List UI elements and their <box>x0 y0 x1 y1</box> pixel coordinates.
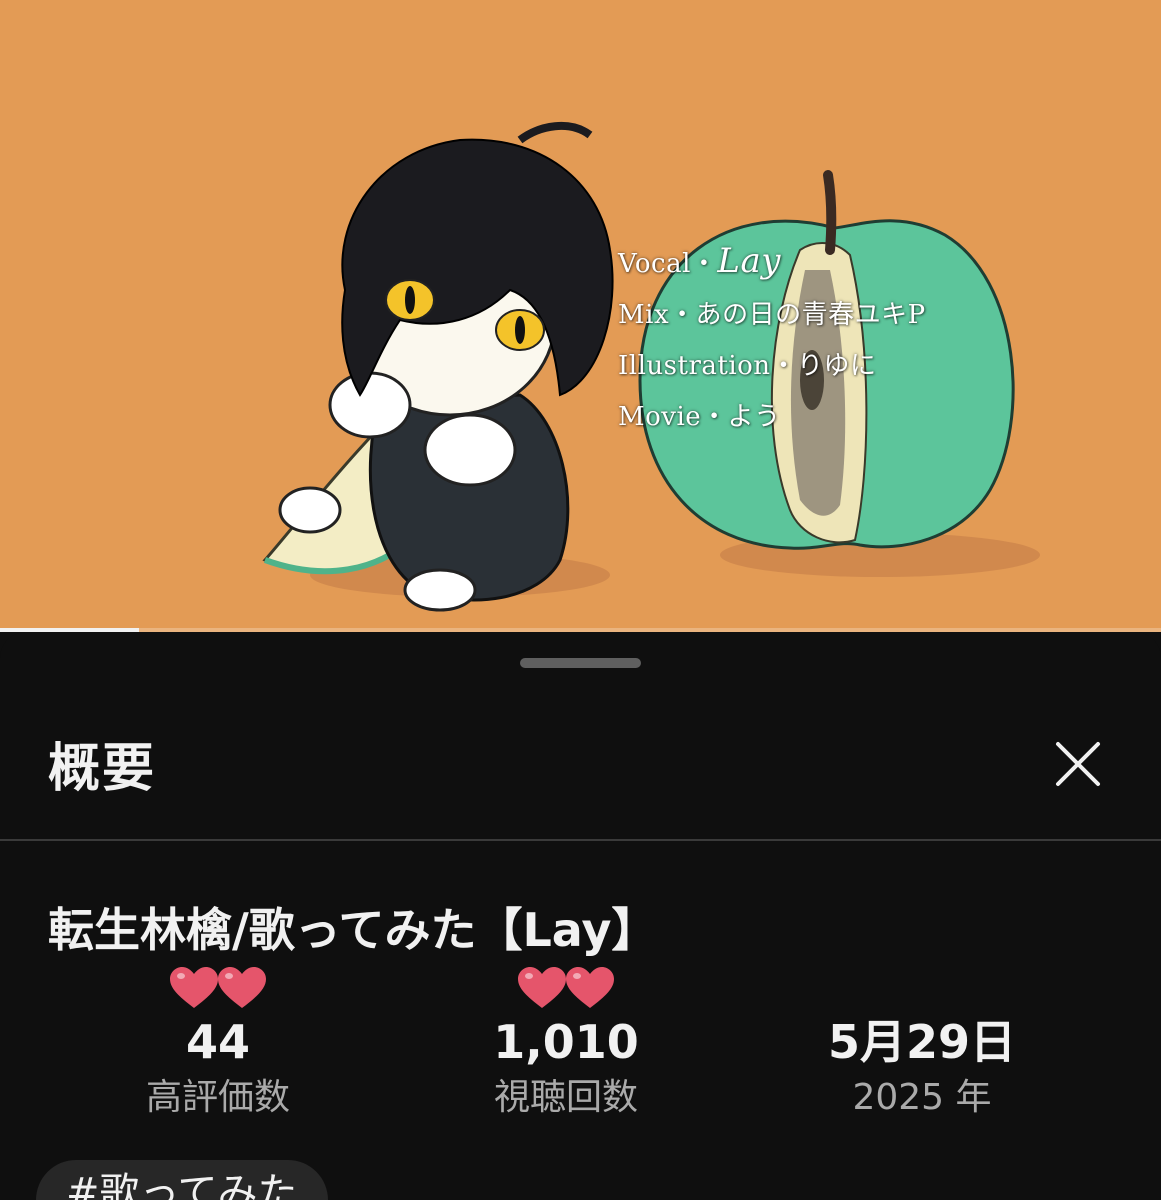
credit-vocal: Vocal・Lay <box>618 236 926 290</box>
stat-views: 1,010 視聴回数 <box>416 964 716 1120</box>
sheet-divider <box>0 839 1161 841</box>
stat-likes: 44 高評価数 <box>68 964 368 1120</box>
stat-publish-date: 5月29日 2025 年 <box>772 964 1072 1120</box>
hashtag-chip[interactable]: #歌ってみた <box>36 1160 328 1200</box>
app-screen: Vocal・Lay Mix・あの日の青春ユキP Illustration・りゆに… <box>0 0 1161 1200</box>
description-sheet: 概要 転生林檎/歌ってみた【Lay】 44 高評価数 1,010 視聴回数 5月… <box>0 632 1161 1200</box>
hearts-decoration <box>68 964 368 1014</box>
heart-icon <box>518 967 614 1008</box>
credit-vocal-name: Lay <box>717 241 781 281</box>
video-credits-overlay: Vocal・Lay Mix・あの日の青春ユキP Illustration・りゆに… <box>618 236 926 443</box>
hearts-decoration <box>416 964 716 1014</box>
drag-handle[interactable] <box>520 658 641 668</box>
sheet-title: 概要 <box>48 739 157 799</box>
views-label: 視聴回数 <box>493 1077 638 1118</box>
heart-icon <box>170 967 266 1008</box>
credit-movie: Movie・よう <box>618 402 781 432</box>
video-title: 転生林檎/歌ってみた【Lay】 <box>48 903 658 957</box>
video-thumbnail-illustration <box>262 121 1040 612</box>
credit-illustration: Illustration・りゆに <box>618 351 877 381</box>
likes-count: 44 <box>185 1015 250 1069</box>
publish-year: 2025 年 <box>852 1077 992 1118</box>
views-count: 1,010 <box>493 1015 639 1069</box>
credit-vocal-label: Vocal・ <box>618 249 718 279</box>
close-button[interactable] <box>1046 732 1110 796</box>
video-player[interactable]: Vocal・Lay Mix・あの日の青春ユキP Illustration・りゆに… <box>0 0 1161 632</box>
publish-date: 5月29日 <box>827 1015 1017 1069</box>
likes-label: 高評価数 <box>145 1077 290 1118</box>
credit-mix: Mix・あの日の青春ユキP <box>618 300 926 330</box>
close-icon <box>1056 742 1100 786</box>
